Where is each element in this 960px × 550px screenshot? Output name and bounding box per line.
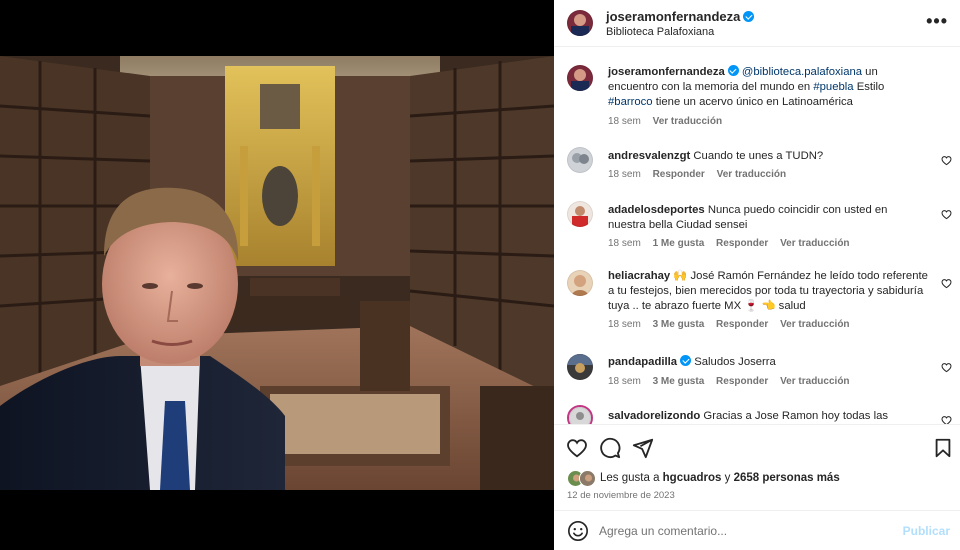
caption-mention[interactable]: @biblioteca.palafoxiana — [742, 66, 862, 78]
hashtag-barroco[interactable]: #barroco — [608, 96, 653, 108]
verified-badge-icon — [680, 355, 692, 366]
publish-button[interactable]: Publicar — [903, 524, 950, 538]
author-username-text[interactable]: joseramonfernandeza — [606, 9, 740, 24]
heart-icon[interactable] — [941, 209, 952, 220]
reply-button[interactable]: Responder — [716, 238, 768, 249]
translate-button[interactable]: Ver traducción — [780, 238, 849, 249]
comment-username[interactable]: salvadorelizondo — [608, 410, 700, 422]
comment-meta: 18 sem 3 Me gusta Responder Ver traducci… — [608, 376, 859, 387]
library-photo — [0, 56, 554, 490]
comment-body: Gracias a Jose Ramon hoy todas las — [703, 410, 889, 422]
likers-avatars[interactable] — [567, 470, 597, 488]
share-icon[interactable] — [632, 437, 654, 459]
comment-meta: 18 sem 3 Me gusta Responder Ver traducci… — [608, 319, 859, 330]
hashtag-puebla[interactable]: #puebla — [813, 81, 853, 93]
heart-icon[interactable] — [941, 278, 952, 289]
more-options-icon[interactable]: ••• — [926, 12, 948, 30]
add-comment-bar: Publicar — [554, 510, 960, 550]
comment-time[interactable]: 18 sem — [608, 238, 641, 249]
likes-user[interactable]: hgcuadros — [663, 472, 722, 484]
author-username[interactable]: joseramonfernandeza — [606, 9, 755, 24]
caption-time[interactable]: 18 sem — [608, 116, 641, 127]
verified-badge-icon — [743, 11, 755, 22]
post-date[interactable]: 12 de noviembre de 2023 — [567, 490, 675, 501]
translate-button[interactable]: Ver traducción — [780, 319, 849, 330]
comment-text: heliacrahay 🙌 José Ramón Fernández he le… — [608, 269, 928, 314]
caption-text-2: Estilo — [853, 81, 885, 93]
comment-username[interactable]: andresvalenzgt — [608, 150, 690, 162]
author-avatar[interactable] — [567, 10, 593, 36]
comment-input[interactable] — [599, 521, 889, 541]
comment-likes[interactable]: 1 Me gusta — [653, 238, 705, 249]
comment-body: Cuando te unes a TUDN? — [693, 150, 824, 162]
comment-username[interactable]: heliacrahay — [608, 270, 670, 282]
comment-text: pandapadilla Saludos Joserra — [608, 355, 928, 370]
likes-text: Les gusta a hgcuadros y 2658 personas má… — [600, 472, 840, 484]
heart-icon[interactable] — [941, 155, 952, 166]
translate-button[interactable]: Ver traducción — [717, 169, 786, 180]
comment-likes[interactable]: 3 Me gusta — [653, 319, 705, 330]
bookmark-icon[interactable] — [932, 437, 954, 459]
comment-time[interactable]: 18 sem — [608, 169, 641, 180]
post-panel: joseramonfernandeza Biblioteca Palafoxia… — [554, 0, 960, 550]
action-bar: Les gusta a hgcuadros y 2658 personas má… — [554, 424, 960, 510]
heart-icon[interactable] — [941, 362, 952, 373]
comment-meta: 18 sem Responder Ver traducción — [608, 169, 795, 180]
comment-avatar[interactable] — [567, 147, 593, 173]
post-location[interactable]: Biblioteca Palafoxiana — [606, 26, 714, 38]
comment-avatar[interactable] — [567, 201, 593, 227]
comment-username[interactable]: pandapadilla — [608, 356, 677, 368]
reply-button[interactable]: Responder — [716, 376, 768, 387]
caption-username[interactable]: joseramonfernandeza — [608, 66, 725, 78]
liker-avatar — [579, 470, 596, 487]
comment-icon[interactable] — [599, 437, 621, 459]
comment-likes[interactable]: 3 Me gusta — [653, 376, 705, 387]
heart-icon[interactable] — [941, 415, 952, 424]
caption-avatar[interactable] — [567, 65, 593, 91]
comment-avatar[interactable] — [567, 354, 593, 380]
likes-middle: y — [721, 472, 734, 484]
comment-avatar[interactable] — [567, 270, 593, 296]
likes-prefix: Les gusta a — [600, 472, 663, 484]
caption-text-3: tiene un acervo único en Latinoamérica — [652, 96, 853, 108]
comments-list[interactable]: joseramonfernandeza @biblioteca.palafoxi… — [554, 48, 960, 424]
heart-icon[interactable] — [566, 437, 588, 459]
caption-text: joseramonfernandeza @biblioteca.palafoxi… — [608, 65, 928, 110]
comment-text: salvadorelizondo Gracias a Jose Ramon ho… — [608, 409, 928, 424]
comment-text: andresvalenzgt Cuando te unes a TUDN? — [608, 149, 928, 164]
reply-button[interactable]: Responder — [716, 319, 768, 330]
post-header: joseramonfernandeza Biblioteca Palafoxia… — [554, 0, 960, 47]
comment-time[interactable]: 18 sem — [608, 319, 641, 330]
comment-time[interactable]: 18 sem — [608, 376, 641, 387]
comment-username[interactable]: adadelosdeportes — [608, 204, 705, 216]
reply-button[interactable]: Responder — [653, 169, 705, 180]
comment-text: adadelosdeportes Nunca puedo coincidir c… — [608, 203, 928, 233]
translate-button[interactable]: Ver traducción — [780, 376, 849, 387]
likes-count[interactable]: 2658 personas más — [734, 472, 840, 484]
media-pane — [0, 0, 554, 550]
post-image[interactable] — [0, 56, 554, 490]
emoji-icon[interactable] — [567, 520, 589, 542]
comment-body: Saludos Joserra — [694, 356, 776, 368]
caption-meta: 18 sem Ver traducción — [608, 116, 731, 127]
caption-translate[interactable]: Ver traducción — [653, 116, 722, 127]
comment-meta: 18 sem 1 Me gusta Responder Ver traducci… — [608, 238, 859, 249]
comment-avatar[interactable] — [567, 405, 593, 424]
verified-badge-icon — [727, 65, 739, 76]
